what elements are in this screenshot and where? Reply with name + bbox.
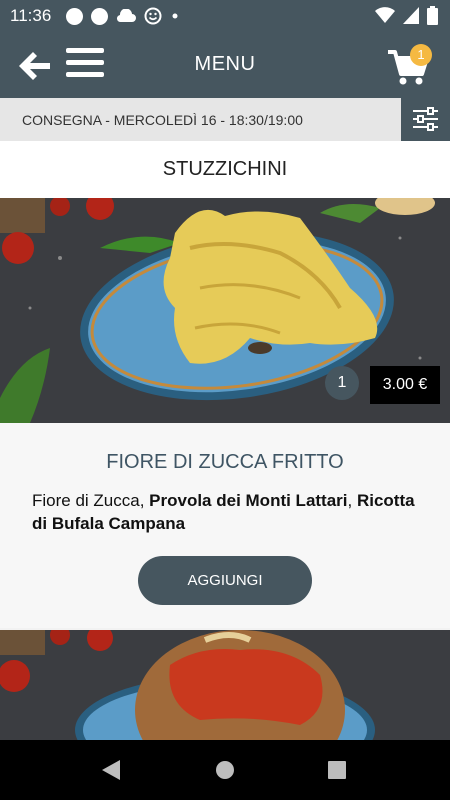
dot-icon xyxy=(172,13,178,19)
arancino-photo xyxy=(0,630,450,740)
description-separator: , xyxy=(347,491,357,510)
filter-sliders-icon xyxy=(413,107,438,131)
status-bar: 11:36 xyxy=(0,0,450,32)
product-card: FIORE DI ZUCCA FRITTO Fiore di Zucca, Pr… xyxy=(0,423,450,628)
description-bold-ingredient: Provola dei Monti Lattari xyxy=(149,491,348,510)
app-bar: MENU 1 xyxy=(0,32,450,98)
delivery-text: CONSEGNA - MERCOLEDÌ 16 - 18:30/19:00 xyxy=(22,112,303,128)
nav-back-icon[interactable] xyxy=(101,759,121,781)
quantity-badge: 1 xyxy=(325,366,359,400)
section-title: STUZZICHINI xyxy=(0,141,450,198)
description-text: Fiore di Zucca, xyxy=(32,491,150,510)
product-description: Fiore di Zucca, Provola dei Monti Lattar… xyxy=(32,489,422,535)
delivery-info-bar[interactable]: CONSEGNA - MERCOLEDÌ 16 - 18:30/19:00 xyxy=(0,98,450,142)
next-product-image[interactable] xyxy=(0,630,450,740)
cloud-icon xyxy=(117,9,136,23)
signal-icon xyxy=(403,7,419,24)
status-time: 11:36 xyxy=(10,6,52,25)
nav-home-icon[interactable] xyxy=(215,760,235,780)
add-to-cart-button[interactable]: AGGIUNGI xyxy=(138,556,312,605)
price-tag: 3.00 € xyxy=(370,366,440,404)
status-system-icons xyxy=(375,6,438,25)
wifi-icon xyxy=(375,7,395,23)
android-navigation-bar xyxy=(0,740,450,800)
filter-button[interactable] xyxy=(401,98,450,141)
page-title: MENU xyxy=(194,53,256,75)
notification-icon xyxy=(91,7,108,25)
status-notification-icons xyxy=(66,7,180,25)
battery-icon xyxy=(427,6,438,25)
notification-icon xyxy=(66,7,83,25)
cart-count-badge: 1 xyxy=(410,44,432,66)
smiley-icon xyxy=(144,7,162,25)
nav-recents-icon[interactable] xyxy=(328,761,346,779)
product-name: FIORE DI ZUCCA FRITTO xyxy=(106,451,344,473)
